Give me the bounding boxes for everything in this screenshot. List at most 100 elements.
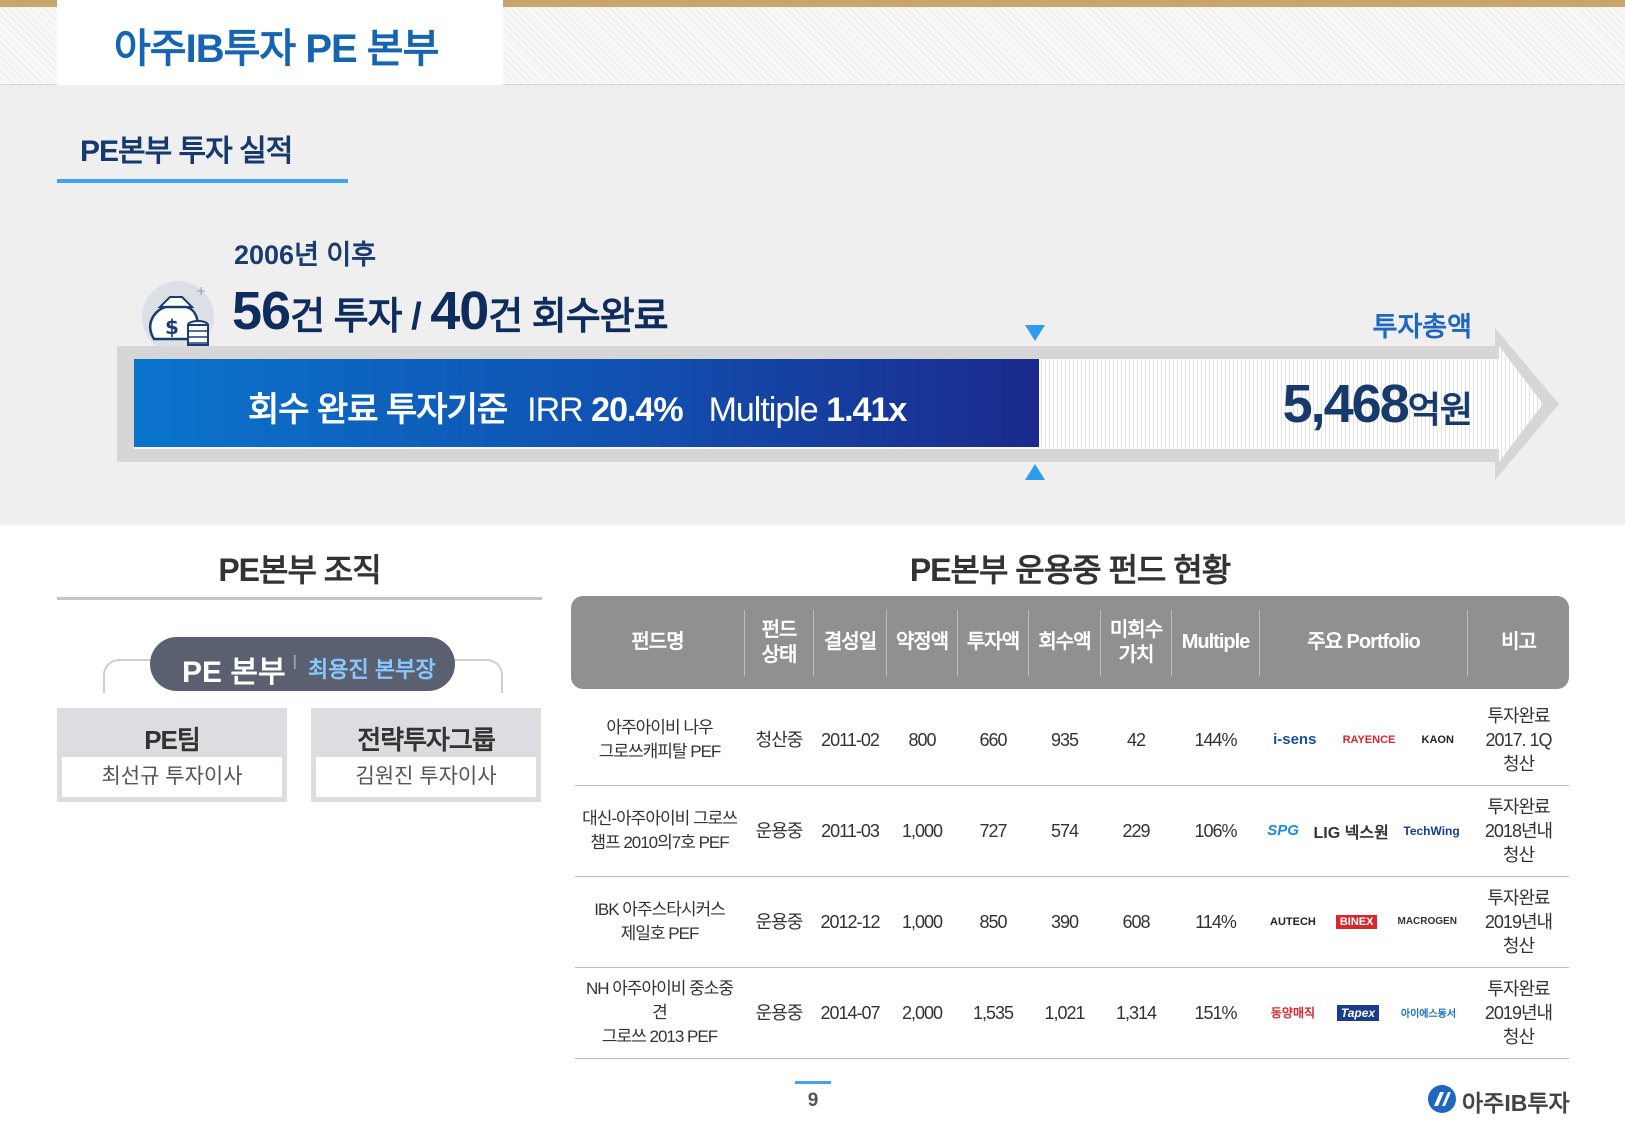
fund-row: 아주아이비 나우 그로쓰캐피탈 PEF 청산중 2011-02 800 660 935 42… bbox=[575, 694, 1569, 786]
org-team-name: 전략투자그룹 bbox=[357, 725, 496, 755]
portfolio-logo: RAYENCE bbox=[1342, 733, 1396, 746]
fund-status: 운용중 bbox=[755, 1002, 804, 1023]
col-header-commit: 약정액 bbox=[895, 631, 949, 653]
portfolio-logo: LIG 넥스원 bbox=[1313, 824, 1389, 842]
portfolio-logo: i-sens bbox=[1273, 731, 1317, 748]
fund-note: 투자완료 2019년내 청산 bbox=[1484, 887, 1553, 956]
fund-row: IBK 아주스타시커스 제일호 PEF 운용중 2012-12 1,000 850 390… bbox=[575, 876, 1569, 968]
irr-label: IRR bbox=[527, 391, 584, 429]
page-number-bar bbox=[795, 1081, 831, 1084]
fund-portfolio: SPG LIG 넥스원 TechWing bbox=[1260, 785, 1467, 876]
fund-recovered: 390 bbox=[1050, 911, 1079, 932]
fund-invested: 727 bbox=[979, 820, 1007, 841]
irr-value: 20.4% bbox=[591, 391, 683, 429]
page-number: 9 bbox=[807, 1090, 819, 1111]
fund-multiple: 151% bbox=[1194, 1002, 1237, 1023]
svg-text:+: + bbox=[196, 284, 206, 298]
org-head-pill: PE 본부 I 최용진 본부장 bbox=[150, 637, 455, 691]
fund-recovered: 1,021 bbox=[1044, 1002, 1085, 1023]
brand-logo-icon bbox=[1428, 1085, 1456, 1113]
fund-status: 운용중 bbox=[755, 911, 804, 932]
portfolio-logo: KAON bbox=[1421, 733, 1454, 746]
org-section-title: PE본부 조직 bbox=[218, 552, 381, 588]
fund-table-header: 펀드명 펀드 상태 결성일 약정액 투자액 회수액 미회수 가치 Multipl… bbox=[571, 596, 1569, 689]
fund-commit: 1,000 bbox=[901, 820, 943, 841]
multiple-value: 1.41x bbox=[826, 391, 907, 429]
fund-section-title: PE본부 운용중 펀드 현황 bbox=[909, 552, 1231, 588]
multiple-label: Multiple bbox=[708, 391, 819, 429]
portfolio-logo: MACROGEN bbox=[1397, 916, 1457, 927]
col-header-name: 펀드명 bbox=[631, 631, 684, 653]
fund-note: 투자완료 2019년내 청산 bbox=[1484, 978, 1553, 1047]
fund-unrecovered: 1,314 bbox=[1115, 1002, 1157, 1023]
portfolio-logo: TechWing bbox=[1403, 823, 1460, 838]
col-header-date: 결성일 bbox=[823, 631, 877, 653]
org-team-strategic: 전략투자그룹 김원진 투자이사 bbox=[311, 708, 541, 802]
total-amount-unit: 억원 bbox=[1407, 389, 1473, 430]
irr-bar-text: 회수 완료 투자기준 IRR 20.4% Multiple 1.41x bbox=[248, 382, 907, 431]
col-header-portfolio: 주요 Portfolio bbox=[1307, 631, 1421, 653]
portfolio-logo: 동양매직 bbox=[1270, 1006, 1316, 1020]
performance-section-title: PE본부 투자 실적 bbox=[80, 135, 293, 168]
fund-portfolio: 동양매직 Tapex 아이에스동서 bbox=[1260, 967, 1467, 1058]
fund-date: 2012-12 bbox=[820, 911, 880, 932]
portfolio-logo: SPG bbox=[1267, 822, 1299, 839]
org-head-leader: 최용진 본부장 bbox=[308, 657, 436, 682]
fund-portfolio: i-sens RAYENCE KAON bbox=[1260, 694, 1467, 785]
fund-name: IBK 아주스타시커스 제일호 PEF bbox=[594, 899, 726, 943]
col-header-invested: 투자액 bbox=[966, 631, 1020, 653]
fund-date: 2014-07 bbox=[820, 1002, 880, 1023]
org-team-member: 최선규 투자이사 bbox=[62, 757, 282, 797]
title-tab: 아주IB투자 PE 본부 bbox=[57, 0, 503, 86]
fund-portfolio: AUTECH BINEX MACROGEN bbox=[1260, 876, 1467, 967]
org-head-name: PE 본부 bbox=[182, 656, 286, 689]
total-label: 투자총액 bbox=[1372, 312, 1472, 342]
fund-status: 청산중 bbox=[755, 729, 804, 750]
since-label: 2006년 이후 bbox=[234, 240, 377, 270]
fund-status: 운용중 bbox=[755, 820, 804, 841]
fund-commit: 800 bbox=[908, 729, 936, 750]
section-underline bbox=[57, 179, 348, 183]
fund-unrecovered: 608 bbox=[1122, 911, 1150, 932]
fund-unrecovered: 42 bbox=[1126, 729, 1146, 750]
portfolio-logo: AUTECH bbox=[1270, 915, 1316, 928]
fund-date: 2011-03 bbox=[821, 820, 880, 841]
irr-bar-label: 회수 완료 투자기준 bbox=[248, 391, 508, 429]
total-amount-value: 5,468 bbox=[1282, 374, 1410, 434]
fund-invested: 850 bbox=[979, 911, 1007, 932]
fund-invested: 660 bbox=[979, 729, 1007, 750]
org-head-separator: I bbox=[292, 652, 298, 674]
fund-row: NH 아주아이비 중소중 견 그로쓰 2013 PEF 운용중 2014-07 2,0… bbox=[575, 967, 1569, 1059]
col-header-unrecovered: 미회수 가치 bbox=[1109, 618, 1163, 666]
fund-commit: 1,000 bbox=[901, 911, 943, 932]
fund-note: 투자완료 2018년내 청산 bbox=[1484, 796, 1553, 865]
marker-up-icon bbox=[1025, 464, 1045, 480]
col-header-recovered: 회수액 bbox=[1038, 631, 1091, 653]
fund-commit: 2,000 bbox=[901, 1002, 943, 1023]
org-team-member: 김원진 투자이사 bbox=[316, 757, 536, 797]
portfolio-logo: Tapex bbox=[1336, 1004, 1380, 1021]
org-team-pe: PE팀 최선규 투자이사 bbox=[57, 708, 287, 802]
portfolio-logo: 아이에스동서 bbox=[1400, 1009, 1457, 1020]
fund-name: NH 아주아이비 중소중 견 그로쓰 2013 PEF bbox=[585, 978, 734, 1046]
fund-multiple: 114% bbox=[1195, 911, 1237, 932]
col-header-status: 펀드 상태 bbox=[761, 618, 798, 666]
portfolio-logo: BINEX bbox=[1335, 914, 1378, 929]
fund-multiple: 144% bbox=[1194, 729, 1237, 750]
fund-recovered: 935 bbox=[1050, 729, 1079, 750]
page-title: 아주IB투자 PE 본부 bbox=[114, 27, 439, 71]
footer-brand: 아주IB투자 bbox=[1426, 1083, 1576, 1116]
fund-recovered: 574 bbox=[1050, 820, 1079, 841]
fund-row: 대신-아주아이비 그로쓰 챔프 2010의7호 PEF 운용중 2011-03 1,0… bbox=[575, 785, 1569, 877]
org-rule bbox=[57, 597, 542, 600]
col-header-multiple: Multiple bbox=[1181, 631, 1251, 653]
fund-unrecovered: 229 bbox=[1122, 820, 1150, 841]
fund-date: 2011-02 bbox=[821, 729, 880, 750]
fund-multiple: 106% bbox=[1194, 820, 1237, 841]
org-team-name: PE팀 bbox=[144, 725, 201, 755]
brand-name: 아주IB투자 bbox=[1462, 1090, 1570, 1116]
fund-name: 아주아이비 나우 그로쓰캐피탈 PEF bbox=[598, 717, 722, 761]
fund-note: 투자완료 2017. 1Q 청산 bbox=[1485, 705, 1552, 774]
col-header-note: 비고 bbox=[1501, 631, 1537, 653]
marker-down-icon bbox=[1025, 325, 1045, 341]
